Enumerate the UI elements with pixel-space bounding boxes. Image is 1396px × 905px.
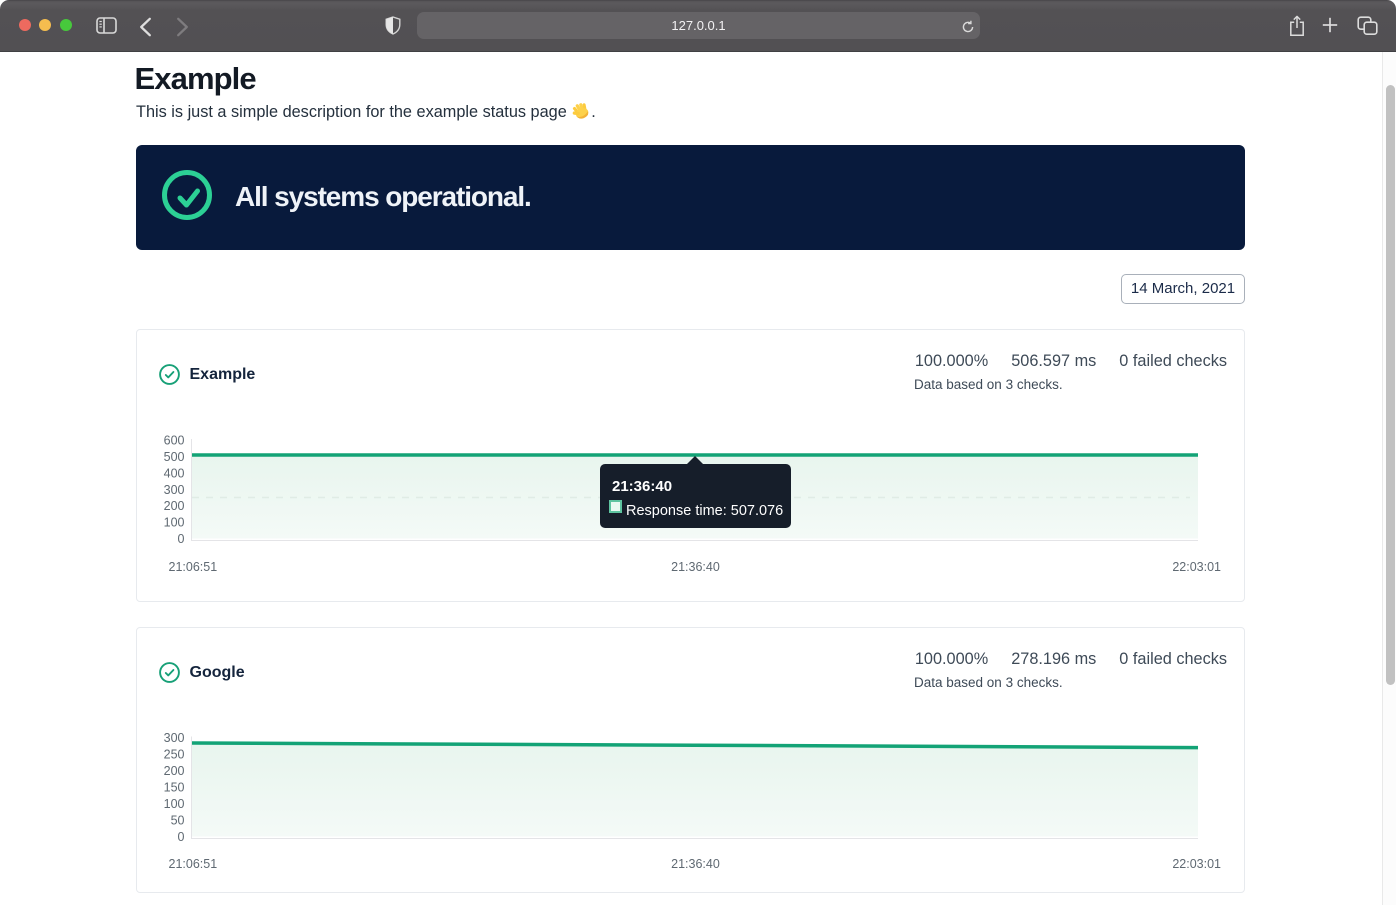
svg-text:600: 600 [164, 434, 185, 448]
svg-text:22:03:01: 22:03:01 [1172, 560, 1221, 574]
svg-text:21:36:40: 21:36:40 [671, 560, 720, 574]
svg-text:50: 50 [171, 813, 185, 827]
svg-text:21:06:51: 21:06:51 [169, 560, 218, 574]
svg-text:22:03:01: 22:03:01 [1172, 857, 1221, 871]
svg-text:500: 500 [164, 450, 185, 464]
svg-text:21:36:40: 21:36:40 [671, 857, 720, 871]
svg-text:0: 0 [178, 830, 185, 844]
svg-text:200: 200 [164, 499, 185, 513]
svg-text:100: 100 [164, 797, 185, 811]
svg-text:400: 400 [164, 466, 185, 480]
svg-text:300: 300 [164, 483, 185, 497]
svg-text:100: 100 [164, 516, 185, 530]
svg-text:200: 200 [164, 764, 185, 778]
svg-text:300: 300 [164, 731, 185, 745]
svg-text:250: 250 [164, 747, 185, 761]
svg-text:21:06:51: 21:06:51 [169, 857, 218, 871]
svg-text:0: 0 [178, 532, 185, 546]
svg-text:150: 150 [164, 780, 185, 794]
